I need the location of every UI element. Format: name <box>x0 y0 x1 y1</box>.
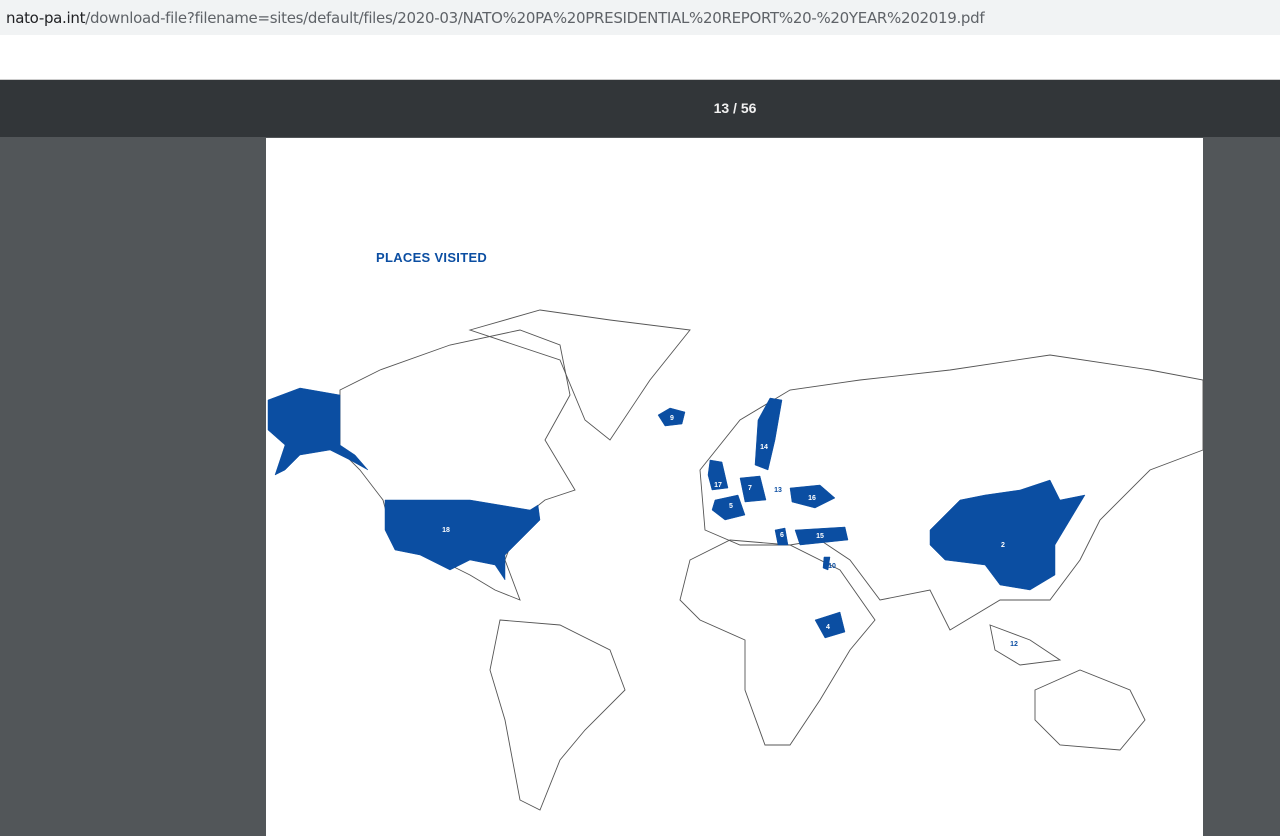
map-label-9: 9 <box>670 415 674 422</box>
map-label-4: 4 <box>826 624 830 631</box>
map-label-16: 16 <box>808 495 816 502</box>
map-label-3: 3 <box>765 508 769 515</box>
map-label-5: 5 <box>729 503 733 510</box>
world-map: 123456789101112131415161718 <box>267 309 1204 811</box>
map-label-15: 15 <box>816 533 824 540</box>
map-label-12: 12 <box>1010 641 1018 648</box>
map-label-7: 7 <box>748 485 752 492</box>
map-label-6: 6 <box>780 532 784 539</box>
map-label-10: 10 <box>828 563 836 570</box>
map-label-8: 8 <box>839 522 843 529</box>
map-label-11: 11 <box>786 519 794 526</box>
visited-countries <box>267 387 1086 639</box>
map-label-18: 18 <box>442 527 450 534</box>
map-label-1: 1 <box>734 488 738 495</box>
map-label-2: 2 <box>1001 542 1005 549</box>
map-label-17: 17 <box>714 482 722 489</box>
map-label-13: 13 <box>774 487 782 494</box>
map-label-14: 14 <box>760 444 768 451</box>
